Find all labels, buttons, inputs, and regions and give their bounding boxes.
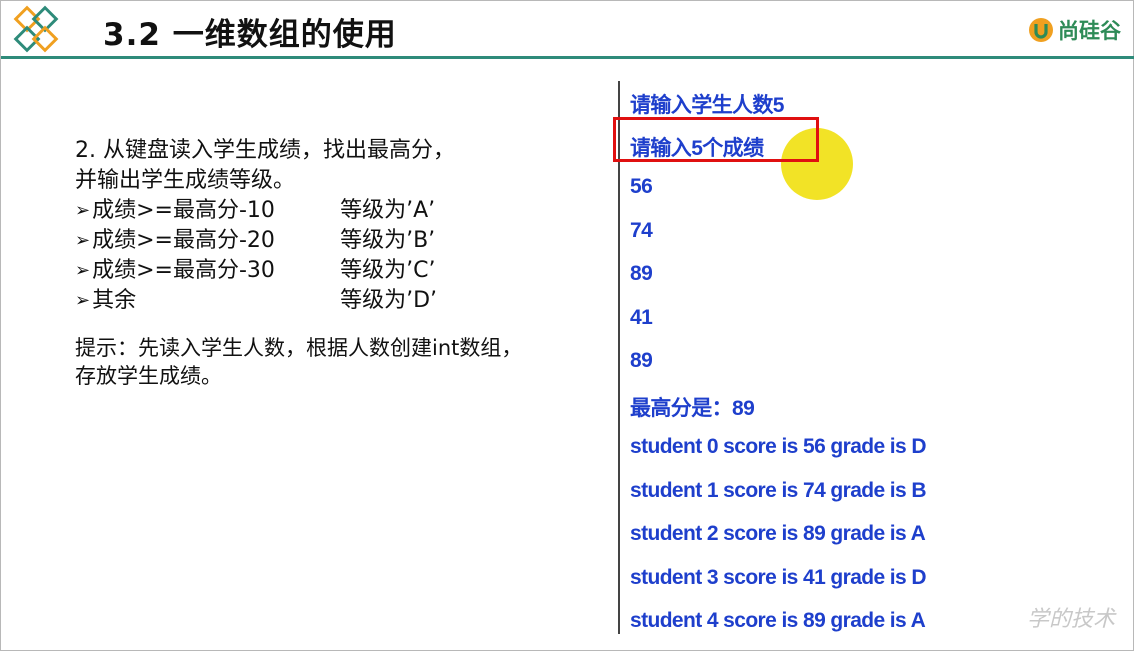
console-line: student 3 score is 41 grade is D xyxy=(630,566,927,589)
slide-header: 3.2 一维数组的使用 尚硅谷 xyxy=(1,1,1134,59)
rule-condition: 其余 xyxy=(92,288,137,313)
console-divider xyxy=(618,81,620,634)
page-title: 3.2 一维数组的使用 xyxy=(103,17,397,53)
arrow-bullet-icon: ➢ xyxy=(75,200,91,221)
console-line: 74 xyxy=(630,219,653,242)
arrow-bullet-icon: ➢ xyxy=(75,260,91,281)
console-line: student 1 score is 74 grade is B xyxy=(630,479,927,502)
console-line: 56 xyxy=(630,175,653,198)
rule-condition: 成绩>=最高分-20 xyxy=(92,228,275,253)
rule-item: ➢ 其余 等级为’D’ xyxy=(75,286,595,316)
console-line: student 4 score is 89 grade is A xyxy=(630,609,926,632)
rule-condition: 成绩>=最高分-10 xyxy=(92,198,275,223)
problem-statement: 2. 从键盘读入学生成绩，找出最高分， 并输出学生成绩等级。 ➢ 成绩>=最高分… xyxy=(75,136,595,390)
rule-item: ➢ 成绩>=最高分-20 等级为’B’ xyxy=(75,226,595,256)
diamonds-logo-icon xyxy=(13,5,59,53)
hint-line-2: 存放学生成绩。 xyxy=(75,364,222,388)
header-divider xyxy=(1,56,1134,59)
console-line: 41 xyxy=(630,306,653,329)
console-line: 89 xyxy=(630,262,653,285)
console-line: 请输入学生人数5 xyxy=(630,94,784,117)
watermark: 学的技术 xyxy=(1026,607,1115,632)
brand: 尚硅谷 xyxy=(1028,15,1121,45)
rule-item: ➢ 成绩>=最高分-10 等级为’A’ xyxy=(75,196,595,226)
arrow-bullet-icon: ➢ xyxy=(75,290,91,311)
console-line: 最高分是：89 xyxy=(630,397,755,420)
console-line: 89 xyxy=(630,349,653,372)
rule-grade: 等级为’A’ xyxy=(340,198,436,223)
console-line: student 2 score is 89 grade is A xyxy=(630,522,926,545)
rule-item: ➢ 成绩>=最高分-30 等级为’C’ xyxy=(75,256,595,286)
rule-grade: 等级为’C’ xyxy=(340,258,436,283)
console-line: student 0 score is 56 grade is D xyxy=(630,435,927,458)
rule-grade: 等级为’B’ xyxy=(340,228,436,253)
hint-line-1: 提示：先读入学生人数，根据人数创建int数组， xyxy=(75,336,523,360)
hint-text: 提示：先读入学生人数，根据人数创建int数组， 存放学生成绩。 xyxy=(75,334,595,390)
problem-line-1: 2. 从键盘读入学生成绩，找出最高分， xyxy=(75,138,455,163)
brand-u-icon xyxy=(1029,18,1053,42)
arrow-bullet-icon: ➢ xyxy=(75,230,91,251)
rule-condition: 成绩>=最高分-30 xyxy=(92,258,275,283)
rule-grade: 等级为’D’ xyxy=(340,288,438,313)
problem-line-2: 并输出学生成绩等级。 xyxy=(75,168,296,193)
brand-name: 尚硅谷 xyxy=(1058,19,1121,43)
slide: 3.2 一维数组的使用 尚硅谷 2. 从键盘读入学生成绩，找出最高分， 并输出学… xyxy=(0,0,1134,651)
highlight-box xyxy=(613,117,819,162)
